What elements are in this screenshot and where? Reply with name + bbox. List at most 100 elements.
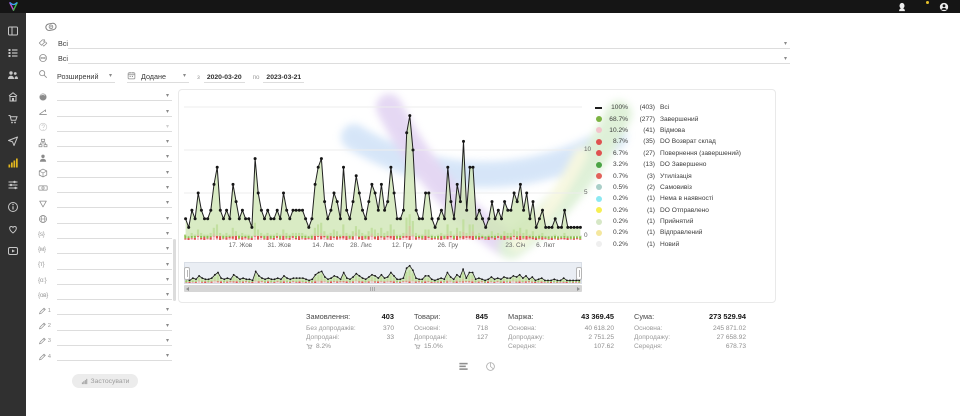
- filter-dropdown[interactable]: ▾: [57, 185, 172, 193]
- rail-item-purchases[interactable]: [0, 108, 26, 130]
- tags-filter-underline[interactable]: ▾: [68, 41, 790, 49]
- filter-row-question: ▾: [38, 120, 172, 135]
- filter-dropdown[interactable]: ▾: [57, 353, 172, 361]
- stat-sub-label: Основні:: [414, 324, 440, 333]
- stat-subrow: Основна:245 871.02: [634, 324, 746, 333]
- body-row: ▾▾▾▾▾▾▾▾▾{s}▾{м}▾{т}▾{о:}▾{ов}▾1▾2▾3▾4▾З…: [26, 89, 960, 388]
- legend-item[interactable]: 68.7%(277)Завершений: [595, 113, 767, 124]
- question-icon: [38, 122, 51, 133]
- chevron-down-icon: ▾: [109, 73, 112, 79]
- stat-sub-label: Середня:: [508, 342, 537, 351]
- topbar-support-button[interactable]: [897, 2, 907, 12]
- braces-filter-icon: {т}: [38, 261, 44, 268]
- filter-dropdown[interactable]: ▾: [57, 216, 172, 224]
- filter-dropdown[interactable]: ▾: [57, 93, 172, 101]
- scroll-left-arrow[interactable]: [186, 287, 189, 291]
- filter-dropdown[interactable]: ▾: [57, 338, 172, 346]
- filter-dropdown[interactable]: ▾: [57, 246, 172, 254]
- stat-sub-label: Допродані:: [414, 333, 447, 342]
- rail-item-clients[interactable]: [0, 64, 26, 86]
- filter-dropdown[interactable]: ▾: [57, 139, 172, 147]
- partners-icon: [7, 223, 19, 235]
- pencil-index: 2: [48, 323, 51, 329]
- legend-item[interactable]: 0.2%(1)DO Отправлено: [595, 205, 767, 216]
- view-toggle-pie-view[interactable]: [485, 361, 496, 372]
- filter-dropdown[interactable]: ▾: [57, 292, 172, 300]
- filter-dropdown[interactable]: ▾: [57, 277, 172, 285]
- video-hint-icon[interactable]: [42, 19, 61, 36]
- filter-dropdown[interactable]: ▾: [57, 170, 172, 178]
- filter-row-tags[interactable]: Всі ▾: [38, 36, 790, 51]
- filter-row-braces-о: {о:}▾: [38, 273, 172, 288]
- date-to-input[interactable]: 2023-03-21: [263, 74, 304, 83]
- chart-plot-area[interactable]: 17. Жов31. Жов14. Лис28. Лис12. Гру26. Г…: [184, 98, 582, 258]
- rail-item-settings[interactable]: [0, 174, 26, 196]
- rail-item-info[interactable]: [0, 196, 26, 218]
- legend-item[interactable]: 6.7%(27)Повернення (завершений): [595, 148, 767, 159]
- legend-label: Утилізація: [660, 173, 692, 180]
- funnel-icon: [38, 199, 48, 209]
- legend-item[interactable]: 0.2%(1)Новий: [595, 239, 767, 250]
- rail-item-analytics[interactable]: [0, 152, 26, 174]
- view-toggle-list-view[interactable]: [458, 361, 469, 372]
- legend-item[interactable]: 0.2%(1)Нема в наявності: [595, 193, 767, 204]
- filter-row-person: ▾: [38, 150, 172, 165]
- filter-dropdown[interactable]: ▾: [57, 323, 172, 331]
- topbar-profile-button[interactable]: [939, 2, 949, 12]
- date-field-select[interactable]: Додане ▾: [127, 71, 189, 83]
- navigator-track[interactable]: [184, 262, 582, 284]
- apply-filters-button[interactable]: Застосувати: [72, 374, 138, 388]
- legend-item[interactable]: 8.7%(35)DO Возврат склад: [595, 136, 767, 147]
- x-tick-label: 6. Лют: [536, 242, 555, 249]
- globe-icon: [38, 214, 51, 225]
- filter-dropdown[interactable]: ▾: [57, 200, 172, 208]
- rail-item-dashboard[interactable]: [0, 20, 26, 42]
- filter-row-products[interactable]: Всі ▾: [38, 51, 790, 66]
- scroll-right-arrow[interactable]: [577, 287, 580, 291]
- rail-item-tutorials[interactable]: [0, 240, 26, 262]
- legend-percent: 68.7%: [602, 116, 628, 123]
- sphere-icon: [38, 92, 48, 102]
- filter-dropdown[interactable]: ▾: [57, 154, 172, 162]
- chevron-down-icon: ▾: [784, 41, 787, 47]
- rail-item-partners[interactable]: [0, 218, 26, 240]
- filter-dropdown[interactable]: ▾: [57, 307, 172, 315]
- search-mode-select[interactable]: Розширений ▾: [57, 72, 115, 83]
- upsell-share-value: 15.0%: [424, 342, 443, 351]
- legend-count: (1): [628, 195, 655, 202]
- date-from-input[interactable]: 2020-03-20: [204, 74, 245, 83]
- legend-percent: 6.7%: [602, 150, 628, 157]
- rail-item-marketing[interactable]: [0, 130, 26, 152]
- legend-item[interactable]: 100%(403)Всі: [595, 102, 767, 113]
- notification-badge: [925, 0, 930, 5]
- legend-item[interactable]: 10.2%(41)Відмова: [595, 125, 767, 136]
- search-icon: [38, 69, 48, 81]
- legend-item[interactable]: 0.5%(2)Самовивіз: [595, 182, 767, 193]
- topbar-notifications-button[interactable]: [918, 2, 928, 12]
- navigator-right-handle[interactable]: [576, 267, 582, 280]
- stat-sub-label: Допродажу:: [508, 333, 544, 342]
- filter-panel-scrollbar[interactable]: [173, 239, 176, 301]
- legend-item[interactable]: 0.2%(1)Відправлений: [595, 227, 767, 238]
- stat-value: 845: [476, 312, 488, 321]
- rail-item-orders[interactable]: [0, 42, 26, 64]
- filter-dropdown[interactable]: ▾: [57, 231, 172, 239]
- scrollbar-grip[interactable]: [370, 287, 375, 291]
- orders-icon: [7, 47, 19, 59]
- filter-dropdown[interactable]: ▾: [57, 262, 172, 270]
- legend-dot-swatch: [596, 241, 602, 247]
- filter-row-cube: ▾: [38, 165, 172, 180]
- braces-filter-icon: {ов}: [38, 292, 48, 299]
- legend-item[interactable]: 0.7%(3)Утилізація: [595, 170, 767, 181]
- legend-item[interactable]: 3.2%(13)DO Завершено: [595, 159, 767, 170]
- rail-item-store[interactable]: [0, 86, 26, 108]
- filter-dropdown[interactable]: ▾: [57, 109, 172, 117]
- navigator-scrollbar[interactable]: [184, 285, 582, 292]
- products-filter-underline[interactable]: ▾: [68, 56, 790, 64]
- stat-sub-value: 245 871.02: [713, 324, 746, 333]
- pencil-index: 1: [48, 308, 51, 314]
- navigator-left-handle[interactable]: [184, 267, 190, 280]
- filter-dropdown[interactable]: ▾: [57, 124, 172, 132]
- legend-item[interactable]: 0.2%(1)Прийнятий: [595, 216, 767, 227]
- orders-timeline-chart[interactable]: [184, 98, 582, 240]
